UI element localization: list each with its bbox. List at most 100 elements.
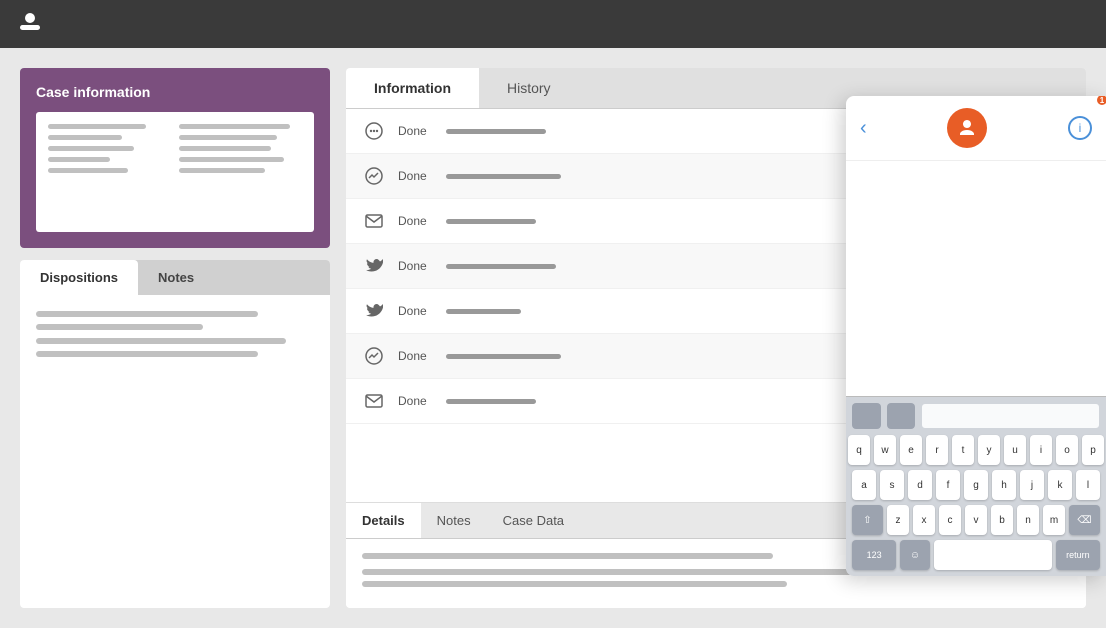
email-icon xyxy=(362,209,386,233)
left-tabs-content xyxy=(20,295,330,380)
chat-icon xyxy=(362,119,386,143)
key-n[interactable]: n xyxy=(1017,505,1039,535)
tab-history[interactable]: History xyxy=(479,68,579,108)
twitter-icon xyxy=(362,254,386,278)
key-f[interactable]: f xyxy=(936,470,960,500)
key-row-2: a s d f g h j k l xyxy=(852,470,1100,500)
key-j[interactable]: j xyxy=(1020,470,1044,500)
row-detail-line xyxy=(446,354,561,359)
text-line xyxy=(36,324,203,330)
keyboard-text-input[interactable] xyxy=(921,403,1100,429)
info-button[interactable]: i xyxy=(1068,116,1092,140)
key-c[interactable]: c xyxy=(939,505,961,535)
text-line xyxy=(36,311,258,317)
key-row-1: q w e r t y u i o p xyxy=(852,435,1100,465)
left-tabs-panel: Dispositions Notes xyxy=(20,260,330,608)
mobile-overlay: ‹ 1 i q w e xyxy=(846,96,1106,576)
key-e[interactable]: e xyxy=(900,435,922,465)
row-detail-line xyxy=(446,264,556,269)
status-done: Done xyxy=(398,349,434,363)
key-a[interactable]: a xyxy=(852,470,876,500)
key-space[interactable] xyxy=(934,540,1052,570)
key-y[interactable]: y xyxy=(978,435,1000,465)
app-logo xyxy=(16,10,44,38)
row-detail-line xyxy=(446,219,536,224)
messenger-icon xyxy=(362,164,386,188)
left-tabs-header: Dispositions Notes xyxy=(20,260,330,295)
key-k[interactable]: k xyxy=(1048,470,1072,500)
row-detail-line xyxy=(446,399,536,404)
keyboard-toolbar xyxy=(852,403,1100,429)
text-line xyxy=(48,168,128,173)
key-b[interactable]: b xyxy=(991,505,1013,535)
key-d[interactable]: d xyxy=(908,470,932,500)
status-done: Done xyxy=(398,169,434,183)
key-i[interactable]: i xyxy=(1030,435,1052,465)
navbar xyxy=(0,0,1106,48)
key-shift[interactable]: ⇧ xyxy=(852,505,883,535)
key-h[interactable]: h xyxy=(992,470,1016,500)
text-line xyxy=(48,157,110,162)
twitter-icon xyxy=(362,299,386,323)
text-line xyxy=(362,569,893,575)
text-line xyxy=(48,146,134,151)
status-done: Done xyxy=(398,124,434,138)
mobile-body xyxy=(846,161,1106,396)
key-return[interactable]: return xyxy=(1056,540,1100,570)
key-s[interactable]: s xyxy=(880,470,904,500)
agent-avatar: 1 xyxy=(947,108,987,148)
key-o[interactable]: o xyxy=(1056,435,1078,465)
main-area: Case information xyxy=(0,48,1106,628)
messenger-icon xyxy=(362,344,386,368)
text-line xyxy=(36,351,258,357)
key-l[interactable]: l xyxy=(1076,470,1100,500)
text-line xyxy=(48,124,146,129)
back-button[interactable]: ‹ xyxy=(860,117,867,140)
case-info-card: Case information xyxy=(20,68,330,248)
left-panel: Case information xyxy=(20,68,330,608)
tab-notes[interactable]: Notes xyxy=(138,260,214,295)
status-done: Done xyxy=(398,394,434,408)
case-info-title: Case information xyxy=(36,84,314,100)
text-line xyxy=(362,581,787,587)
keyboard-toolbar-btn-1[interactable] xyxy=(852,403,881,429)
key-t[interactable]: t xyxy=(952,435,974,465)
text-line xyxy=(179,124,290,129)
tab-case-data[interactable]: Case Data xyxy=(487,503,580,538)
key-x[interactable]: x xyxy=(913,505,935,535)
tab-dispositions[interactable]: Dispositions xyxy=(20,260,138,295)
status-done: Done xyxy=(398,214,434,228)
text-line xyxy=(179,135,277,140)
row-detail-line xyxy=(446,129,546,134)
key-g[interactable]: g xyxy=(964,470,988,500)
row-detail-line xyxy=(446,309,521,314)
keyboard-toolbar-btn-2[interactable] xyxy=(887,403,916,429)
key-u[interactable]: u xyxy=(1004,435,1026,465)
text-line xyxy=(179,146,271,151)
text-line xyxy=(179,168,265,173)
text-line xyxy=(362,553,773,559)
key-row-3: ⇧ z x c v b n m ⌫ xyxy=(852,505,1100,535)
key-numbers[interactable]: 123 xyxy=(852,540,896,570)
key-delete[interactable]: ⌫ xyxy=(1069,505,1100,535)
text-line xyxy=(48,135,122,140)
key-v[interactable]: v xyxy=(965,505,987,535)
keyboard-rows: q w e r t y u i o p a s d f g xyxy=(852,435,1100,570)
status-done: Done xyxy=(398,259,434,273)
tab-notes-bottom[interactable]: Notes xyxy=(421,503,487,538)
case-info-content xyxy=(36,112,314,232)
key-m[interactable]: m xyxy=(1043,505,1065,535)
key-p[interactable]: p xyxy=(1082,435,1104,465)
key-w[interactable]: w xyxy=(874,435,896,465)
tab-details[interactable]: Details xyxy=(346,503,421,538)
status-done: Done xyxy=(398,304,434,318)
key-q[interactable]: q xyxy=(848,435,870,465)
row-detail-line xyxy=(446,174,561,179)
key-r[interactable]: r xyxy=(926,435,948,465)
keyboard-area: q w e r t y u i o p a s d f g xyxy=(846,396,1106,576)
key-emoji[interactable]: ☺ xyxy=(900,540,930,570)
tab-information[interactable]: Information xyxy=(346,68,479,108)
mobile-header: ‹ 1 i xyxy=(846,96,1106,161)
key-row-4: 123 ☺ return xyxy=(852,540,1100,570)
key-z[interactable]: z xyxy=(887,505,909,535)
